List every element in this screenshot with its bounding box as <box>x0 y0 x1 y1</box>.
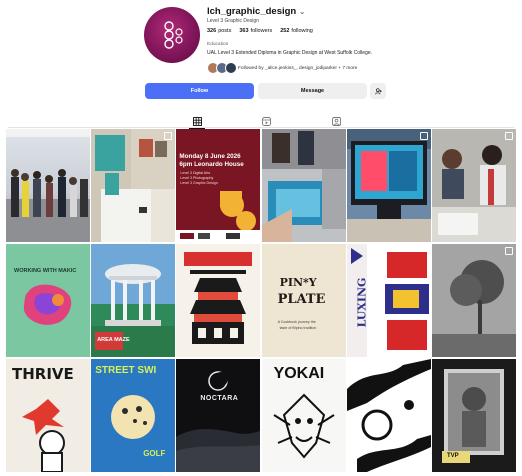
follow-button[interactable]: Follow <box>145 83 254 99</box>
post-thumbnail <box>176 191 261 242</box>
education-label: Education <box>207 42 229 47</box>
post-tile[interactable]: WORKING WITH MAKIC <box>6 244 90 357</box>
post-caption: LUXING <box>355 277 369 328</box>
post-tile[interactable]: NOCTARA <box>176 359 261 472</box>
post-thumbnail <box>346 129 431 242</box>
post-thumbnail <box>261 129 346 242</box>
post-tile[interactable] <box>346 129 431 242</box>
followed-by-text: Followed by _alice.jenkins_, design_jodi… <box>238 65 358 71</box>
post-tile[interactable] <box>431 129 516 242</box>
post-caption-line: 6pm Leonardo House <box>179 161 244 168</box>
post-caption: WORKING WITH MAKIC <box>14 268 77 274</box>
message-button[interactable]: Message <box>258 83 367 99</box>
post-tile[interactable]: Monday 8 June 2026 6pm Leonardo House Le… <box>176 129 261 242</box>
post-caption-line: PLATE <box>277 292 326 307</box>
tab-reels[interactable] <box>259 114 273 128</box>
followed-by-avatars <box>207 62 237 74</box>
post-caption-line: PIN*Y <box>279 276 317 289</box>
post-tile[interactable] <box>176 244 261 357</box>
reels-icon <box>261 116 271 126</box>
stat-posts[interactable]: 326 posts <box>207 28 231 34</box>
stat-followers-label: followers <box>250 28 273 34</box>
post-caption-line: taste of filipino tradition <box>279 326 317 330</box>
post-tile[interactable] <box>261 129 346 242</box>
post-caption-line: A Cookbook journey the <box>277 320 316 324</box>
profile-username-row: lch_graphic_design ⌄ <box>207 6 305 17</box>
posts-grid: Monday 8 June 2026 6pm Leonardo House Le… <box>6 129 516 476</box>
post-caption: THRIVE <box>12 365 74 383</box>
tagged-icon <box>331 116 341 126</box>
profile-stats: 326 posts 363 followers 252 following <box>207 28 313 34</box>
profile-username: lch_graphic_design <box>207 6 297 17</box>
post-tile[interactable]: TVP <box>431 359 516 472</box>
stat-followers-count: 363 <box>239 28 249 34</box>
post-tile[interactable]: YOKAI <box>261 359 346 472</box>
multi-photo-icon <box>504 132 513 140</box>
stat-following-label: following <box>291 28 313 34</box>
stat-following-count: 252 <box>280 28 290 34</box>
avatar <box>225 62 237 74</box>
post-caption-line: GOLF <box>143 449 166 458</box>
multi-photo-icon <box>504 247 513 255</box>
post-tile[interactable] <box>346 359 431 472</box>
post-thumbnail <box>431 145 516 242</box>
post-tile[interactable] <box>91 129 176 242</box>
post-thumbnail <box>184 252 253 344</box>
post-thumbnail <box>91 129 176 242</box>
post-caption-line: Level 3 Graphic Design <box>180 181 218 185</box>
post-thumbnail <box>346 359 431 472</box>
brand-logo-icon <box>164 21 183 49</box>
post-tile[interactable]: THRIVE <box>6 359 90 472</box>
post-caption: YOKAI <box>273 365 325 382</box>
profile-tabs <box>0 110 522 130</box>
post-thumbnail <box>23 284 72 325</box>
profile-avatar[interactable] <box>144 7 200 63</box>
multi-photo-icon <box>419 132 428 140</box>
post-caption: AREA MAZE <box>97 337 130 343</box>
multi-photo-icon <box>164 132 173 140</box>
tab-tagged[interactable] <box>329 114 343 128</box>
post-tile[interactable] <box>6 129 90 242</box>
grid-icon <box>192 116 202 126</box>
post-tile[interactable]: PIN*Y PLATE A Cookbook journey the taste… <box>261 244 346 357</box>
post-tile[interactable] <box>431 244 516 357</box>
post-thumbnail <box>6 129 90 242</box>
post-caption-line: Monday 8 June 2026 <box>179 153 241 160</box>
profile-category: Level 3 Graphic Design <box>207 18 259 24</box>
post-caption-line: Level 3 Photography <box>180 176 214 180</box>
post-tile[interactable]: STREET SWI GOLF <box>91 359 176 472</box>
stat-following[interactable]: 252 following <box>280 28 313 34</box>
post-tile[interactable]: AREA MAZE <box>91 244 176 357</box>
followed-by[interactable]: Followed by _alice.jenkins_, design_jodi… <box>207 62 357 74</box>
post-caption: TVP <box>446 453 459 459</box>
stat-posts-count: 326 <box>207 28 217 34</box>
post-caption-line: Level 3 Digital Arts <box>180 171 211 175</box>
profile-bio: UAL Level 3 Extended Diploma in Graphic … <box>207 50 372 56</box>
post-thumbnail <box>441 369 504 463</box>
post-thumbnail <box>431 244 516 357</box>
post-tile[interactable]: LUXING <box>346 244 431 357</box>
add-person-icon <box>374 87 382 94</box>
post-caption: NOCTARA <box>200 395 239 402</box>
stat-posts-label: posts <box>218 28 232 34</box>
stat-followers[interactable]: 363 followers <box>239 28 272 34</box>
post-caption-line: STREET SWI <box>95 365 157 376</box>
chevron-down-icon[interactable]: ⌄ <box>299 9 305 16</box>
post-thumbnail <box>176 371 261 472</box>
tab-posts[interactable] <box>189 114 205 129</box>
suggested-users-button[interactable] <box>370 83 386 99</box>
